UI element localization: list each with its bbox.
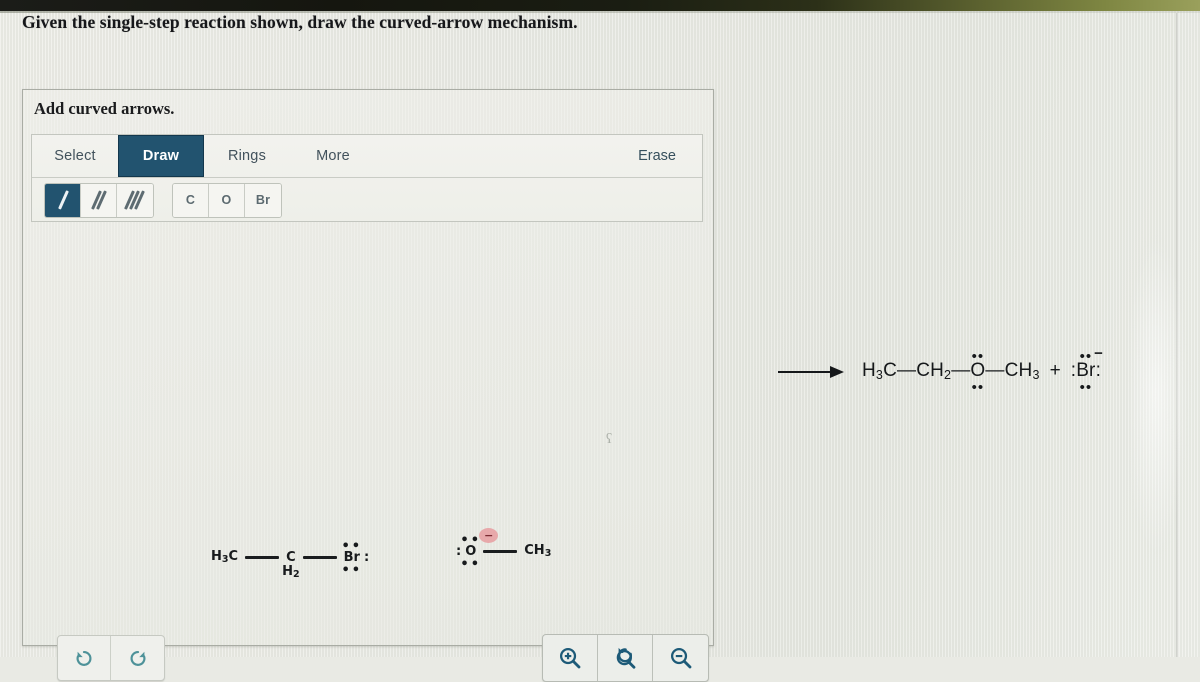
triple-bond-icon — [124, 189, 146, 211]
bromide-negative-charge: − — [1094, 345, 1104, 362]
element-label-br: Br — [255, 193, 271, 207]
molecule-editor-panel: Add curved arrows. Select Draw Rings Mor… — [22, 89, 714, 682]
ether-o-dots-bottom: •• — [971, 379, 985, 396]
reactant-bromoethane[interactable]: H3C C H2 •• Br •• : — [211, 539, 370, 580]
bromide-dots-top: •• — [1079, 348, 1093, 365]
triple-bond-button[interactable] — [117, 183, 153, 217]
double-bond-button[interactable] — [81, 183, 117, 217]
element-button-carbon[interactable]: C — [173, 183, 209, 217]
tab-more[interactable]: More — [290, 135, 376, 177]
element-button-oxygen[interactable]: O — [209, 183, 245, 217]
arrow-head — [830, 366, 844, 378]
bond-o-ch3 — [483, 549, 518, 554]
tab-select[interactable]: Select — [32, 135, 118, 177]
panel-instruction: Add curved arrows. — [34, 99, 175, 118]
o-lone-pair-top: •• — [460, 533, 482, 548]
atom-o-methoxide: •• O •• − — [460, 528, 499, 571]
magnifier-minus-icon — [670, 647, 691, 669]
element-label-o: O — [221, 193, 232, 207]
atom-ch2-subscript: H2 — [282, 564, 300, 580]
arrow-shaft — [778, 371, 833, 374]
bromide-trail-colon: : — [1095, 360, 1102, 381]
bromoethane-row: H3C C H2 •• Br •• : — [211, 539, 370, 580]
magnifier-reset-icon — [616, 647, 636, 669]
br-lone-pair-right: : — [363, 550, 370, 565]
undo-icon — [76, 650, 92, 666]
atom-h3c: H3C — [211, 549, 239, 566]
toolbar-tool-row: C O Br — [32, 178, 702, 222]
undo-button[interactable] — [58, 636, 111, 680]
br-lone-pair-bottom: •• — [341, 563, 363, 578]
bromide-atom: •• Br •• — [1076, 348, 1096, 396]
ether-o-dots-top: •• — [971, 348, 985, 365]
negative-charge-badge: − — [479, 528, 499, 543]
bromide-dots-bottom: •• — [1079, 379, 1093, 396]
redo-button[interactable] — [111, 636, 164, 680]
editor-toolbar: Select Draw Rings More Erase C O Br — [31, 134, 703, 222]
toolbar-tab-row: Select Draw Rings More Erase — [32, 135, 702, 178]
zoom-reset-button[interactable] — [598, 635, 653, 681]
br-lone-pair-top: •• — [341, 539, 363, 554]
atom-ch2: C H2 — [282, 550, 300, 580]
atom-br-reactant: •• Br •• — [341, 539, 363, 578]
history-button-group — [57, 635, 165, 681]
page-background: Given the single-step reaction shown, dr… — [0, 0, 1200, 682]
product-bromide-ion: : •• Br ••: − — [1071, 345, 1103, 396]
ether-oxygen: •• O •• — [970, 348, 986, 396]
top-dark-bar — [0, 0, 1200, 11]
bond-tool-group — [44, 182, 154, 218]
zoom-in-button[interactable] — [543, 635, 598, 681]
atom-ch3-methoxide: CH3 — [524, 543, 552, 560]
question-prompt: Given the single-step reaction shown, dr… — [22, 12, 578, 32]
bond-c-c — [245, 555, 280, 560]
tab-draw[interactable]: Draw — [118, 135, 204, 177]
ether-dash-2: — — [951, 360, 971, 381]
tab-rings[interactable]: Rings — [204, 135, 290, 177]
product-plus-sign: + — [1049, 360, 1061, 381]
erase-button[interactable]: Erase — [612, 135, 702, 177]
drawing-canvas[interactable]: ʕ H3C C H2 •• Br •• :: •• O •• − CH3 — [31, 230, 703, 600]
zoom-button-group — [542, 634, 709, 682]
reactant-methoxide[interactable]: : •• O •• − CH3 — [456, 528, 552, 571]
canvas-artifact-mark: ʕ — [606, 432, 613, 447]
double-bond-icon — [88, 189, 110, 211]
element-tool-group: C O Br — [172, 182, 282, 218]
product-methyl-ethyl-ether: H3C—CH2— •• O •• —CH3 — [862, 348, 1040, 396]
element-button-bromine[interactable]: Br — [245, 183, 281, 217]
single-bond-button[interactable] — [45, 183, 81, 217]
o-lone-pair-bottom: •• — [460, 557, 482, 572]
redo-icon — [129, 650, 145, 666]
single-bond-icon — [52, 189, 74, 211]
ether-dash-1: — — [897, 360, 917, 381]
magnifier-plus-icon — [559, 647, 581, 669]
reaction-arrow-icon — [778, 366, 844, 378]
tab-row-spacer — [376, 135, 612, 177]
zoom-out-button[interactable] — [653, 635, 708, 681]
element-label-c: C — [185, 193, 196, 207]
page-glare — [1130, 230, 1188, 560]
methoxide-row: : •• O •• − CH3 — [456, 528, 552, 571]
product-structures: H3C—CH2— •• O •• —CH3 + : •• Br ••: − — [862, 345, 1103, 396]
ether-dash-3: — — [985, 360, 1005, 381]
bond-c-br — [302, 555, 337, 560]
